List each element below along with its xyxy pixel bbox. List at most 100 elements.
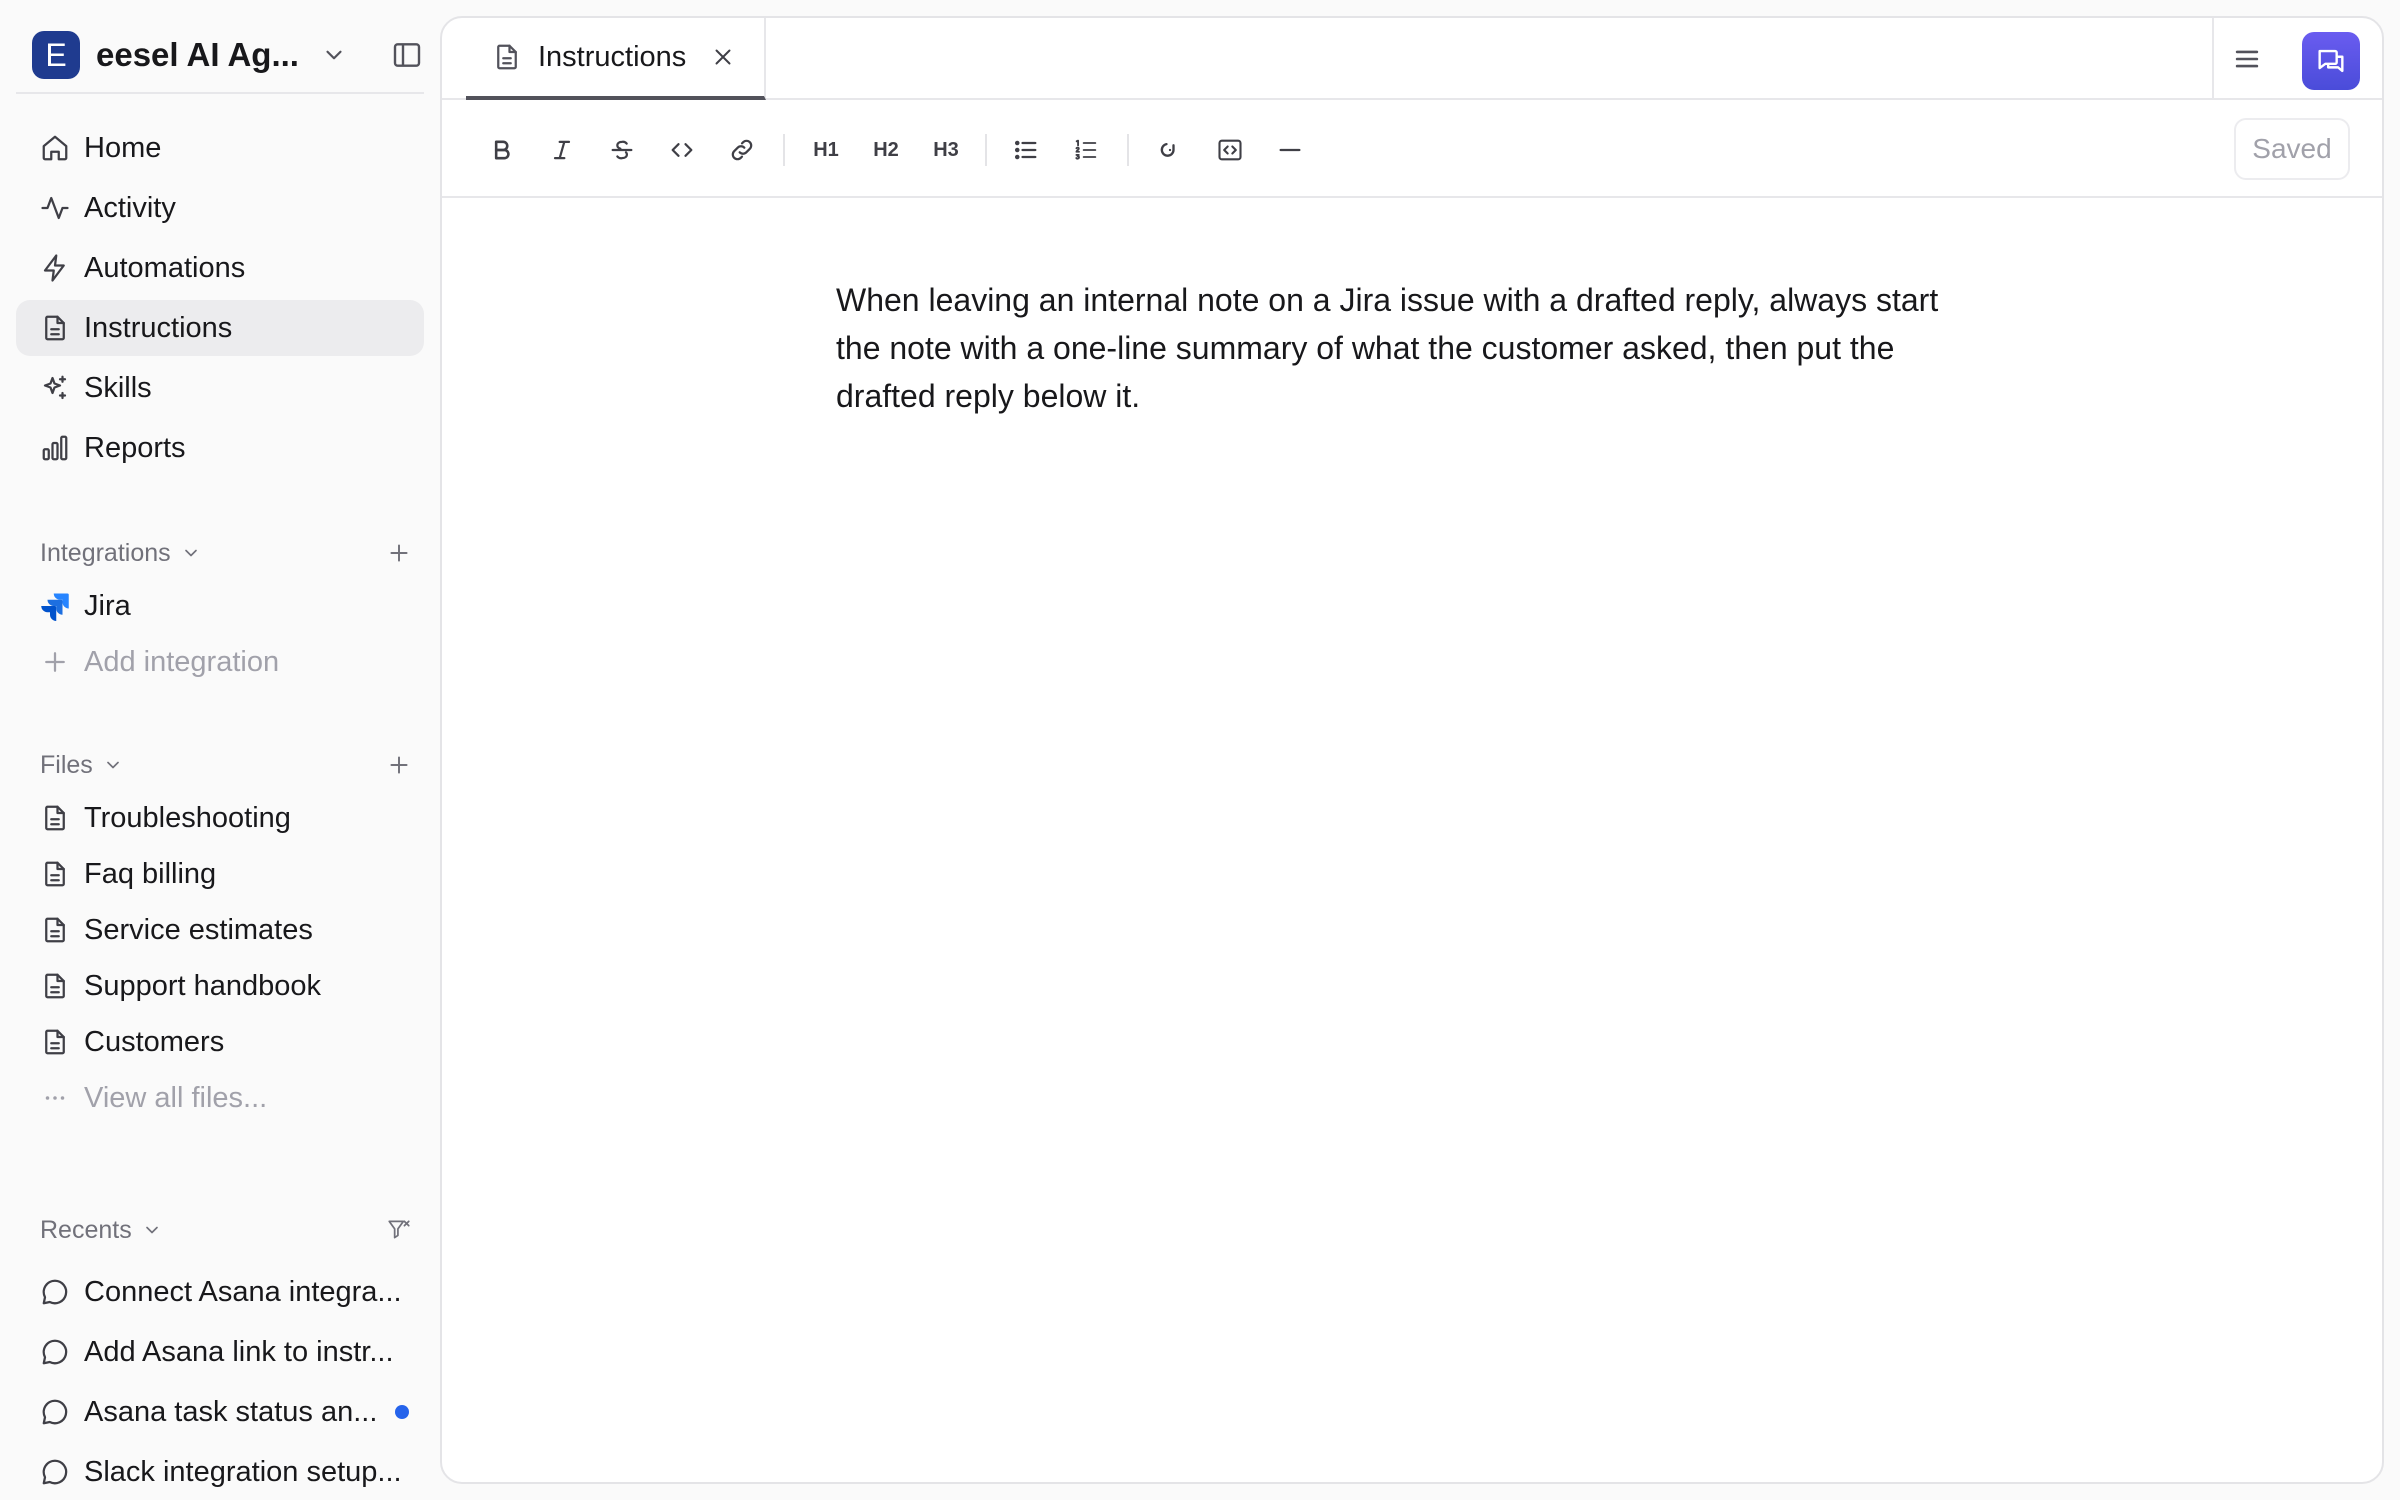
- add-integration-label: Add integration: [84, 645, 280, 678]
- recent-label: Connect Asana integra...: [84, 1275, 402, 1308]
- editor-panel: Instructions H1 H2 H3 Saved When leaving…: [440, 16, 2384, 1484]
- add-integration-item[interactable]: Add integration: [16, 634, 424, 690]
- heading-3-button[interactable]: H3: [926, 130, 966, 170]
- close-icon[interactable]: [710, 44, 736, 70]
- formatting-toolbar: H1 H2 H3 Saved: [442, 102, 2382, 198]
- document-icon: [40, 859, 70, 889]
- section-title: Integrations: [40, 538, 171, 567]
- hamburger-menu-icon[interactable]: [2230, 42, 2264, 76]
- recent-conversation-item[interactable]: Slack integration setup...: [16, 1442, 424, 1500]
- nav-item-activity[interactable]: Activity: [16, 180, 424, 236]
- chevron-down-icon: [181, 543, 201, 563]
- tab-instructions[interactable]: Instructions: [466, 18, 766, 100]
- bar-chart-icon: [40, 433, 70, 463]
- recent-label: Asana task status an...: [84, 1395, 378, 1428]
- file-item[interactable]: Troubleshooting: [16, 790, 424, 846]
- recent-label: Slack integration setup...: [84, 1455, 402, 1488]
- open-chat-button[interactable]: [2302, 32, 2360, 90]
- code-button[interactable]: [662, 130, 702, 170]
- recent-conversation-item[interactable]: Add Asana link to instr...: [16, 1322, 424, 1382]
- recent-conversation-item[interactable]: Asana task status an...: [16, 1382, 424, 1442]
- toolbar-separator: [1127, 134, 1129, 166]
- file-item[interactable]: Customers: [16, 1014, 424, 1070]
- nav-item-home[interactable]: Home: [16, 120, 424, 176]
- file-item[interactable]: Service estimates: [16, 902, 424, 958]
- horizontal-rule-icon: [1276, 136, 1304, 164]
- saved-status-button[interactable]: Saved: [2234, 118, 2350, 180]
- code-icon: [668, 136, 696, 164]
- main-nav: Home Activity Automations Instructions S…: [16, 120, 424, 480]
- bold-icon: [488, 136, 516, 164]
- chat-bubble-icon: [40, 1337, 70, 1367]
- view-all-files-link[interactable]: View all files...: [16, 1070, 424, 1126]
- strikethrough-button[interactable]: [602, 130, 642, 170]
- tab-bar: Instructions: [442, 18, 2382, 100]
- recent-conversation-item[interactable]: Connect Asana integra...: [16, 1262, 424, 1322]
- chat-bubble-icon: [40, 1457, 70, 1487]
- integration-item-jira[interactable]: Jira: [16, 578, 424, 634]
- horizontal-rule-button[interactable]: [1270, 130, 1310, 170]
- file-label: Customers: [84, 1025, 225, 1058]
- instructions-editor[interactable]: When leaving an internal note on a Jira …: [836, 276, 1966, 420]
- nav-item-reports[interactable]: Reports: [16, 420, 424, 476]
- numbered-list-button[interactable]: [1066, 130, 1106, 170]
- integration-label: Jira: [84, 589, 131, 622]
- link-button[interactable]: [722, 130, 762, 170]
- document-icon: [40, 313, 70, 343]
- section-title: Recents: [40, 1215, 132, 1244]
- toolbar-separator: [985, 134, 987, 166]
- chat-bubble-icon: [40, 1397, 70, 1427]
- nav-item-instructions[interactable]: Instructions: [16, 300, 424, 356]
- section-title: Files: [40, 750, 93, 779]
- italic-button[interactable]: [542, 130, 582, 170]
- workspace-switcher[interactable]: E eesel AI Ag...: [16, 18, 424, 94]
- integrations-list: Jira Add integration: [16, 578, 424, 690]
- chevron-down-icon: [103, 755, 123, 775]
- tab-bar-divider: [2212, 18, 2214, 100]
- home-icon: [40, 133, 70, 163]
- heading-1-button[interactable]: H1: [806, 130, 846, 170]
- unread-indicator: [395, 1405, 410, 1419]
- files-heading[interactable]: Files: [40, 745, 412, 785]
- chat-icon: [2314, 44, 2348, 78]
- workspace-avatar: E: [32, 31, 80, 79]
- heading-2-button[interactable]: H2: [866, 130, 906, 170]
- mention-button[interactable]: [1150, 130, 1190, 170]
- file-label: Faq billing: [84, 857, 217, 890]
- activity-icon: [40, 193, 70, 223]
- document-icon: [40, 971, 70, 1001]
- add-integration-plus-icon[interactable]: [386, 540, 412, 566]
- bolt-icon: [40, 253, 70, 283]
- numbered-list-icon: [1072, 136, 1100, 164]
- filter-clear-icon[interactable]: [386, 1217, 412, 1243]
- integrations-heading[interactable]: Integrations: [40, 533, 412, 573]
- nav-item-label: Skills: [84, 371, 152, 404]
- nav-item-automations[interactable]: Automations: [16, 240, 424, 296]
- recents-heading[interactable]: Recents: [40, 1210, 412, 1250]
- bullet-list-button[interactable]: [1006, 130, 1046, 170]
- nav-item-label: Automations: [84, 251, 246, 284]
- sidebar-toggle-icon[interactable]: [391, 39, 423, 71]
- recent-label: Add Asana link to instr...: [84, 1335, 394, 1368]
- recents-list: Connect Asana integra... Add Asana link …: [16, 1262, 424, 1500]
- strikethrough-icon: [608, 136, 636, 164]
- nav-item-label: Home: [84, 131, 162, 164]
- file-item[interactable]: Support handbook: [16, 958, 424, 1014]
- add-file-plus-icon[interactable]: [386, 752, 412, 778]
- chat-bubble-icon: [40, 1277, 70, 1307]
- file-label: Troubleshooting: [84, 801, 291, 834]
- nav-item-label: Activity: [84, 191, 176, 224]
- bold-button[interactable]: [482, 130, 522, 170]
- file-item[interactable]: Faq billing: [16, 846, 424, 902]
- code-block-button[interactable]: [1210, 130, 1250, 170]
- view-all-files-label: View all files...: [84, 1081, 268, 1114]
- document-icon: [492, 42, 522, 72]
- nav-item-skills[interactable]: Skills: [16, 360, 424, 416]
- sparkles-icon: [40, 373, 70, 403]
- plus-icon: [40, 647, 70, 677]
- tab-label: Instructions: [538, 40, 687, 73]
- file-label: Service estimates: [84, 913, 313, 946]
- document-icon: [40, 915, 70, 945]
- chevron-down-icon: [321, 42, 347, 68]
- nav-item-label: Instructions: [84, 311, 233, 344]
